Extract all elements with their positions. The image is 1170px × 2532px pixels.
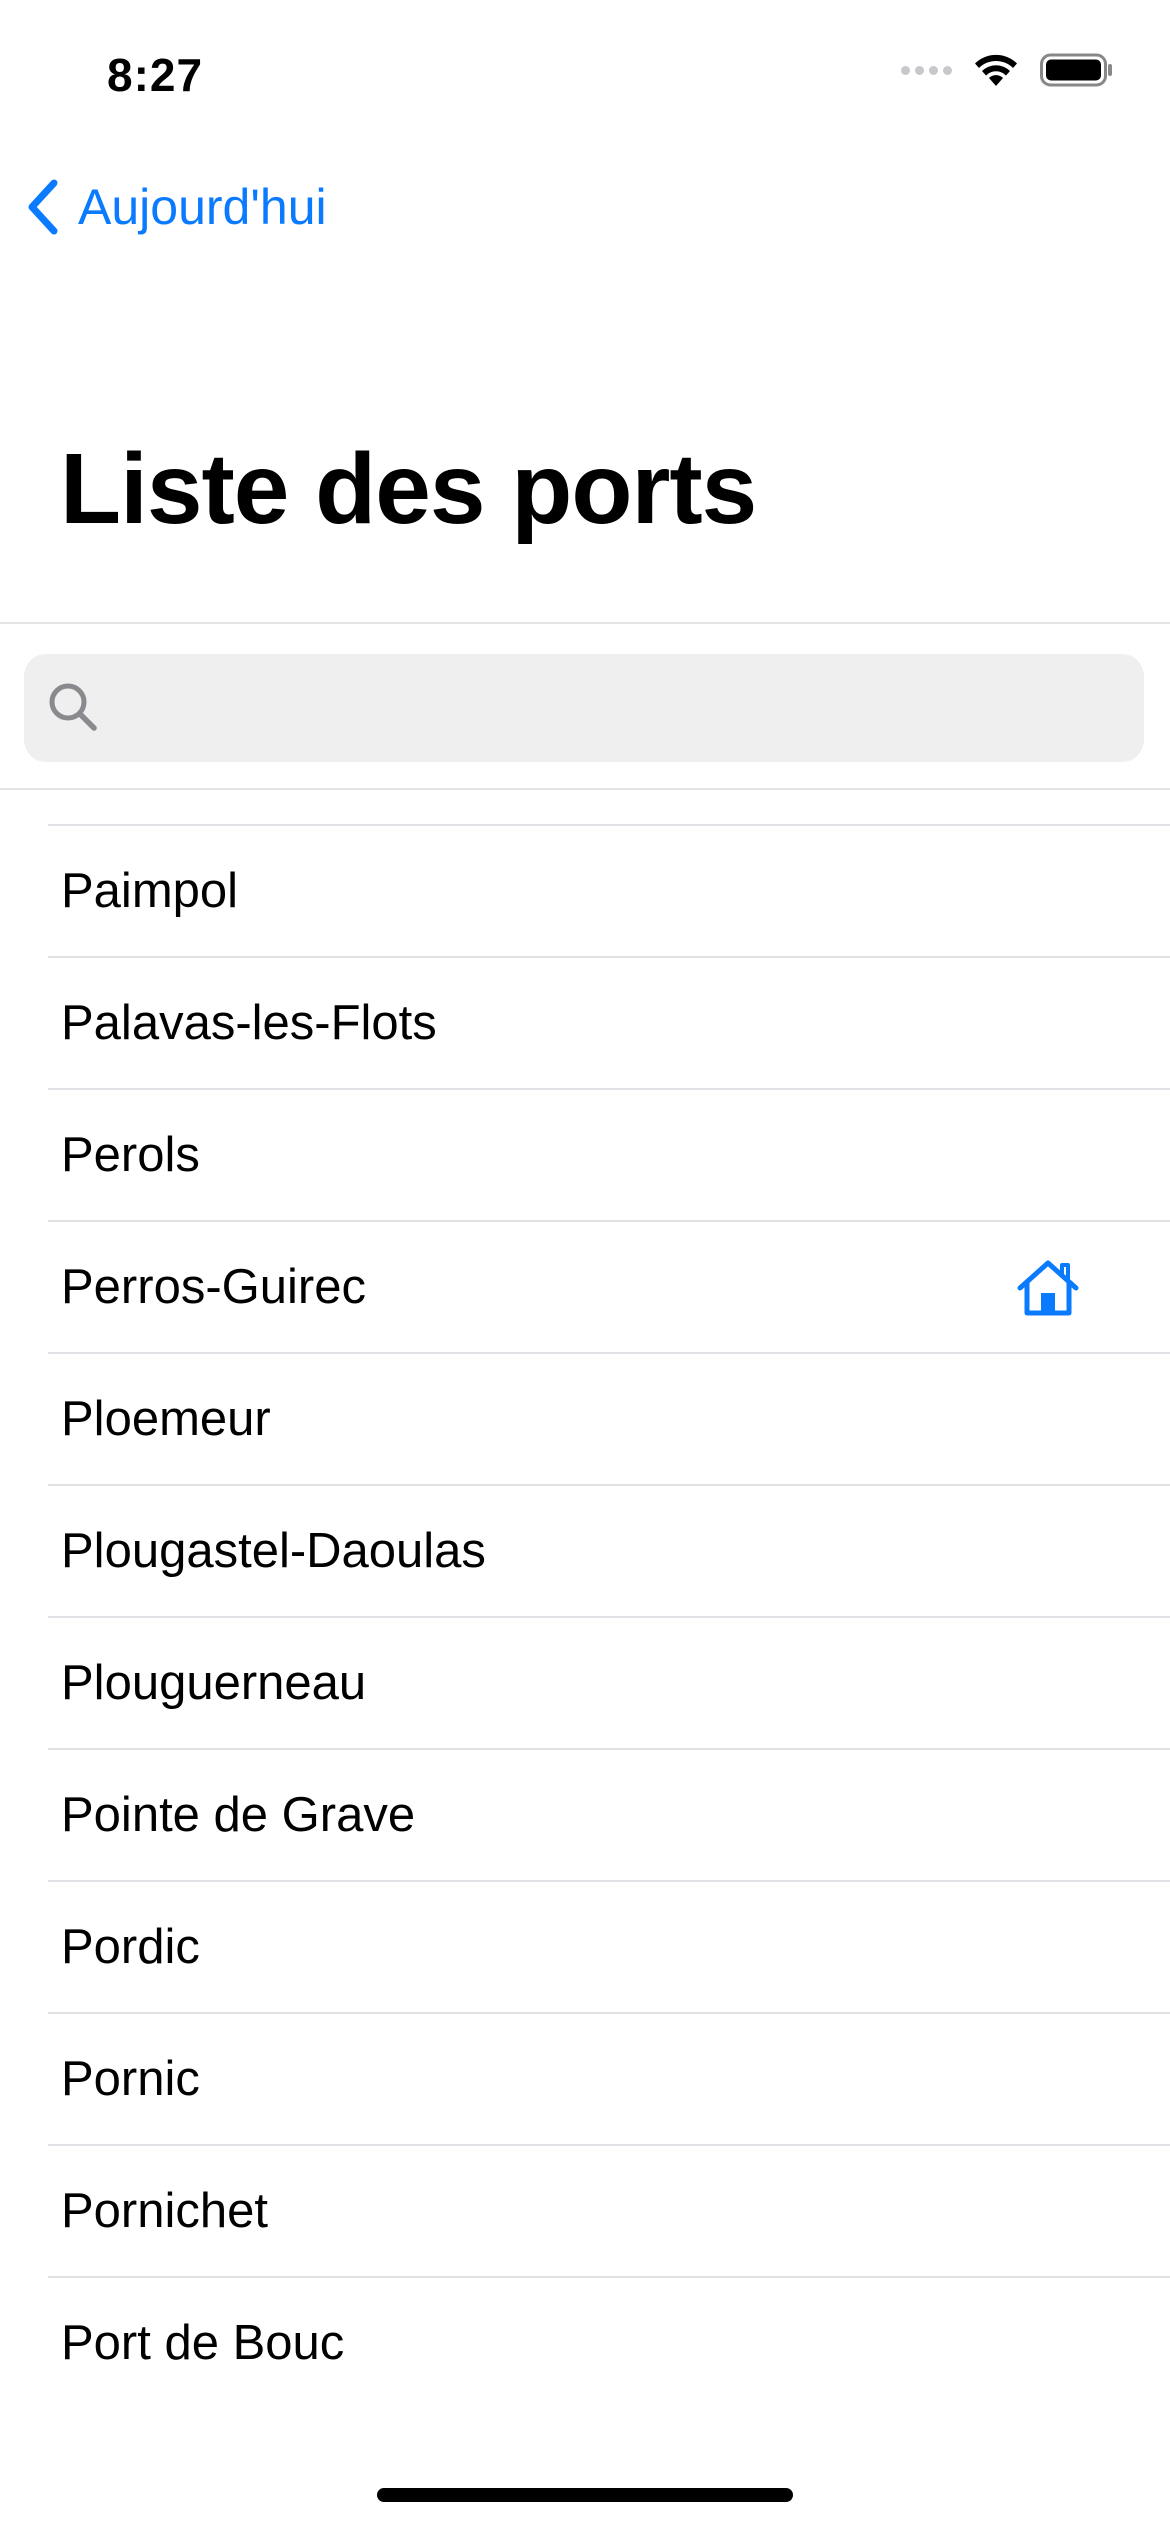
status-time: 8:27 [107, 49, 204, 101]
list-item-label: Paimpol [61, 864, 239, 918]
list-item-pornic[interactable]: Pornic [48, 2012, 1170, 2144]
header-divider [0, 622, 1170, 624]
list-item-label: Plouguerneau [61, 1656, 367, 1710]
search-icon [49, 683, 97, 731]
list-item-pordic[interactable]: Pordic [48, 1880, 1170, 2012]
chevron-left-icon [28, 179, 58, 235]
wifi-icon [972, 52, 1020, 88]
list-item-pornichet[interactable]: Pornichet [48, 2144, 1170, 2276]
list-item-paimpol[interactable]: Paimpol [48, 824, 1170, 956]
back-button[interactable]: Aujourd'hui [24, 172, 327, 242]
list-item-port-de-bouc[interactable]: Port de Bouc [48, 2276, 1170, 2408]
list-item-label: Ploemeur [61, 1392, 271, 1446]
list-item-ploemeur[interactable]: Ploemeur [48, 1352, 1170, 1484]
page-title: Liste des ports [60, 433, 757, 545]
list-item-label: Pornic [61, 2052, 200, 2106]
list-item-perols[interactable]: Perols [48, 1088, 1170, 1220]
list-item-pointe-de-grave[interactable]: Pointe de Grave [48, 1748, 1170, 1880]
back-button-label: Aujourd'hui [78, 179, 327, 235]
list-item-plouguerneau[interactable]: Plouguerneau [48, 1616, 1170, 1748]
screen: 8:27 Aujourd'hui Liste des ports Paimpol… [0, 0, 1170, 2532]
search-divider [0, 788, 1170, 790]
list-item-label: Perols [61, 1128, 200, 1182]
battery-icon [1040, 52, 1114, 88]
house-icon [1017, 1260, 1079, 1316]
cellular-signal-icon [901, 65, 952, 75]
list-item-label: Palavas-les-Flots [61, 996, 437, 1050]
list-item-palavas-les-flots[interactable]: Palavas-les-Flots [48, 956, 1170, 1088]
home-indicator[interactable] [377, 2488, 793, 2502]
port-list: Paimpol Palavas-les-Flots Perols Perros-… [0, 824, 1170, 2408]
status-bar: 8:27 [0, 0, 1170, 150]
search-field[interactable] [24, 654, 1144, 762]
list-item-label: Pordic [61, 1920, 200, 1974]
list-item-perros-guirec[interactable]: Perros-Guirec [48, 1220, 1170, 1352]
list-item-label: Pornichet [61, 2184, 269, 2238]
list-item-plougastel-daoulas[interactable]: Plougastel-Daoulas [48, 1484, 1170, 1616]
list-item-label: Plougastel-Daoulas [61, 1524, 486, 1578]
list-item-label: Pointe de Grave [61, 1788, 416, 1842]
list-item-label: Port de Bouc [61, 2316, 345, 2370]
list-item-label: Perros-Guirec [61, 1260, 366, 1314]
status-icons [901, 52, 1114, 88]
search-input[interactable] [114, 654, 1124, 762]
